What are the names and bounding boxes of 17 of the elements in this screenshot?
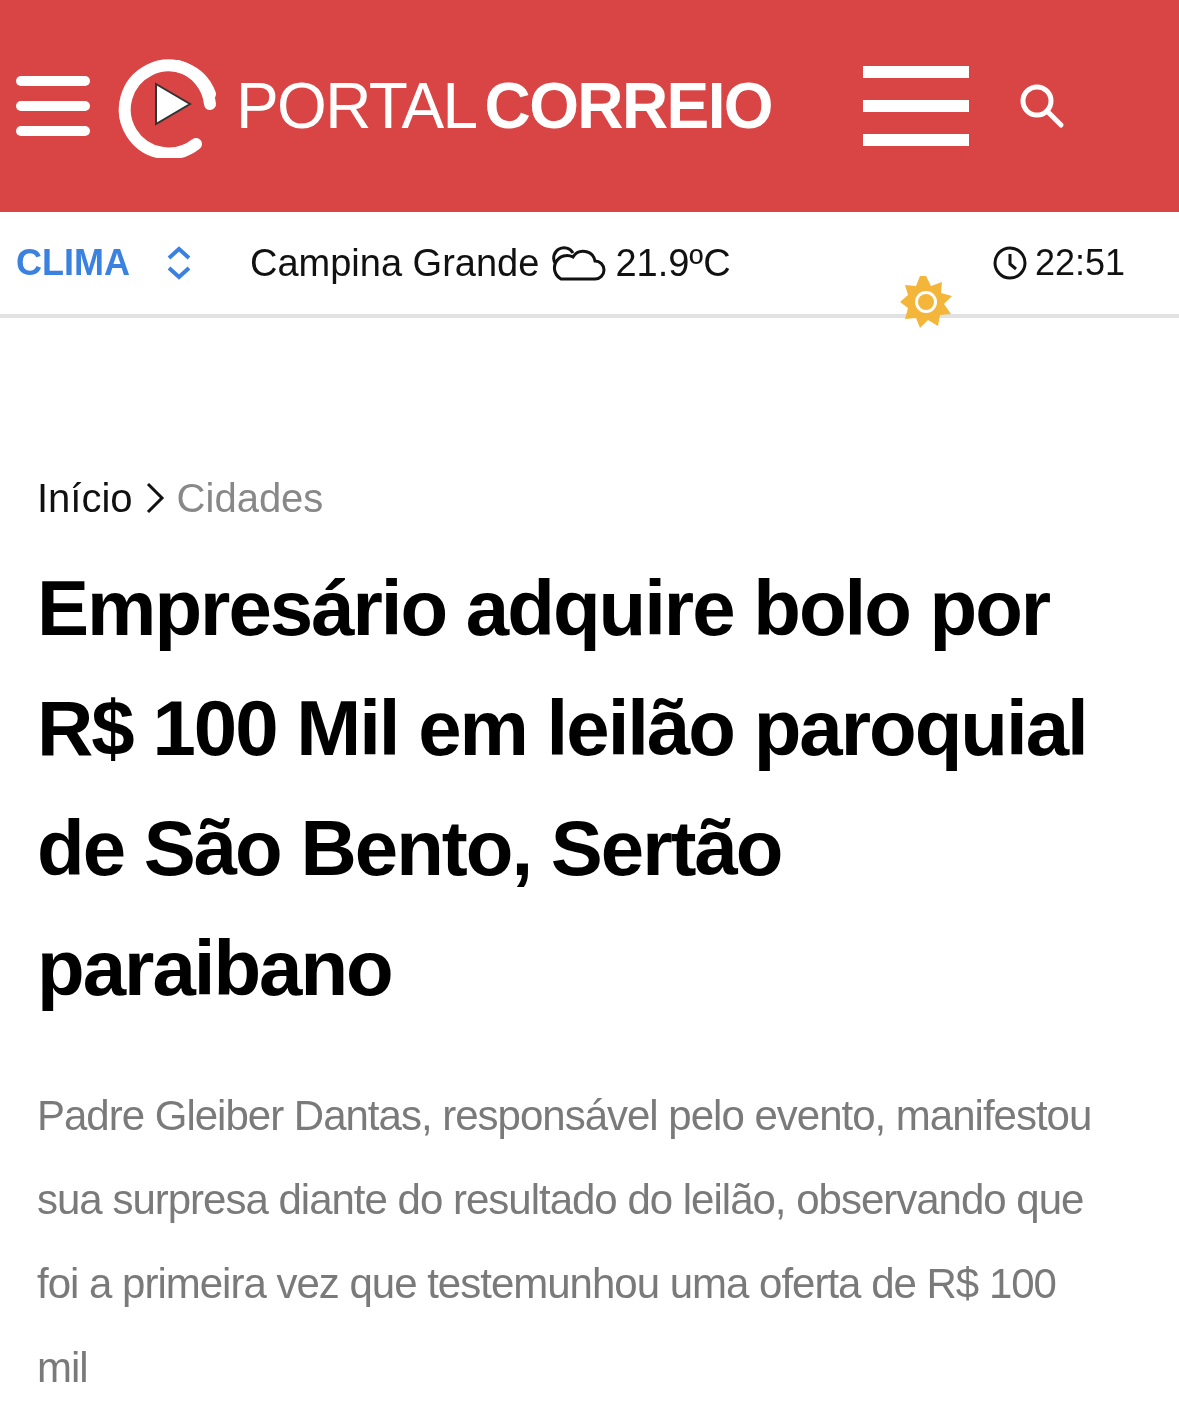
temperature: 21.9ºC [615,240,731,286]
clock-icon [992,246,1027,280]
sun-icon [898,274,954,330]
logo-text-light: PORTAL [236,74,477,138]
logo-text-bold: CORREIO [484,74,773,138]
weather-label: CLIMA [16,241,130,285]
breadcrumb-link[interactable]: Início [37,468,133,528]
menu-icon[interactable] [16,76,90,136]
chevron-right-icon [144,481,165,515]
menu-icon[interactable] [863,66,969,146]
chevron-up-down-icon[interactable] [166,245,192,281]
article-lead: Padre Gleiber Dantas, responsável pelo evento, manifestou sua surpresa diante do resultado do leilão, observando que foi a primeira vez que testemunhou uma oferta de R$ 100 mil [37,1091,1093,1393]
breadcrumb-link[interactable]: Cidades [176,468,324,528]
site-logo[interactable]: PORTALCORREIO [118,54,773,158]
article-headline: Empresário adquire bolo por R$ 100 Mil em leilão paroquial de São Bento, Sertão paraibano [37,563,1088,1014]
city-name: Campina Grande [250,240,540,286]
time: 22:51 [1034,241,1125,285]
